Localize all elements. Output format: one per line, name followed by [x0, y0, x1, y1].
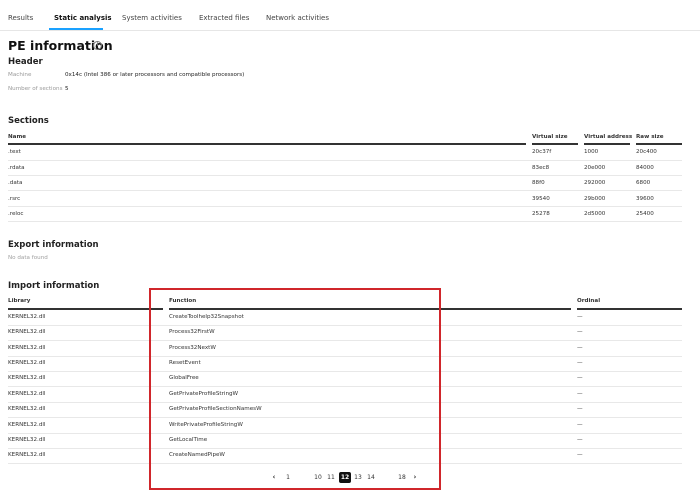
table-cell: 39540	[532, 196, 550, 202]
export-empty-message: No data found	[8, 255, 48, 261]
sections-title: Sections	[8, 116, 49, 126]
table-cell: 20e000	[584, 165, 606, 171]
info-icon[interactable]: i	[93, 41, 102, 50]
table-cell: 25400	[636, 211, 654, 217]
table-cell: —	[577, 452, 583, 458]
table-cell: —	[577, 314, 583, 320]
table-cell: —	[577, 391, 583, 397]
sections-count-value: 5	[65, 86, 69, 92]
table-cell: —	[577, 422, 583, 428]
table-cell: KERNEL32.dll	[8, 406, 46, 412]
tab-extracted-files[interactable]: Extracted files	[199, 14, 249, 22]
highlight-box	[149, 288, 441, 490]
table-cell: KERNEL32.dll	[8, 452, 46, 458]
table-cell: .text	[8, 149, 21, 155]
col-raw-size: Raw size	[636, 134, 664, 140]
active-tab-indicator	[49, 28, 103, 30]
table-cell: KERNEL32.dll	[8, 391, 46, 397]
tab-network-activities[interactable]: Network activities	[266, 14, 329, 22]
table-cell: KERNEL32.dll	[8, 345, 46, 351]
table-cell: 20c37f	[532, 149, 552, 155]
tab-results[interactable]: Results	[8, 14, 33, 22]
tab-bar: Results Static analysis System activitie…	[0, 0, 700, 31]
table-cell: 88f0	[532, 180, 545, 186]
col-virtual-size: Virtual size	[532, 134, 568, 140]
table-cell: 20c400	[636, 149, 657, 155]
table-cell: KERNEL32.dll	[8, 314, 46, 320]
tab-static-analysis[interactable]: Static analysis	[54, 14, 112, 22]
col-virtual-address: Virtual address	[584, 134, 633, 140]
machine-value: 0x14c (Intel 386 or later processors and…	[65, 72, 245, 78]
col-library: Library	[8, 298, 31, 304]
table-cell: 83ec8	[532, 165, 550, 171]
col-name: Name	[8, 134, 27, 140]
table-cell: KERNEL32.dll	[8, 375, 46, 381]
tab-system-activities[interactable]: System activities	[122, 14, 182, 22]
table-cell: KERNEL32.dll	[8, 422, 46, 428]
table-cell: —	[577, 375, 583, 381]
table-cell: .rsrc	[8, 196, 21, 202]
col-ordinal: Ordinal	[577, 298, 601, 304]
table-cell: 2d5000	[584, 211, 606, 217]
table-cell: KERNEL32.dll	[8, 360, 46, 366]
table-cell: —	[577, 345, 583, 351]
table-cell: —	[577, 360, 583, 366]
header-section-title: Header	[8, 57, 43, 67]
table-cell: .rdata	[8, 165, 25, 171]
table-cell: KERNEL32.dll	[8, 437, 46, 443]
table-cell: 39600	[636, 196, 654, 202]
table-cell: .data	[8, 180, 23, 186]
table-cell: 292000	[584, 180, 606, 186]
table-cell: 84000	[636, 165, 654, 171]
import-title: Import information	[8, 281, 100, 291]
table-cell: 25278	[532, 211, 550, 217]
machine-label: Machine	[8, 72, 32, 78]
table-cell: —	[577, 329, 583, 335]
table-cell: —	[577, 437, 583, 443]
table-cell: 1000	[584, 149, 599, 155]
table-cell: —	[577, 406, 583, 412]
table-cell: KERNEL32.dll	[8, 329, 46, 335]
table-cell: 29b000	[584, 196, 606, 202]
sections-count-label: Number of sections	[8, 86, 63, 92]
export-title: Export information	[8, 240, 99, 250]
table-cell: .reloc	[8, 211, 24, 217]
table-cell: 6800	[636, 180, 651, 186]
